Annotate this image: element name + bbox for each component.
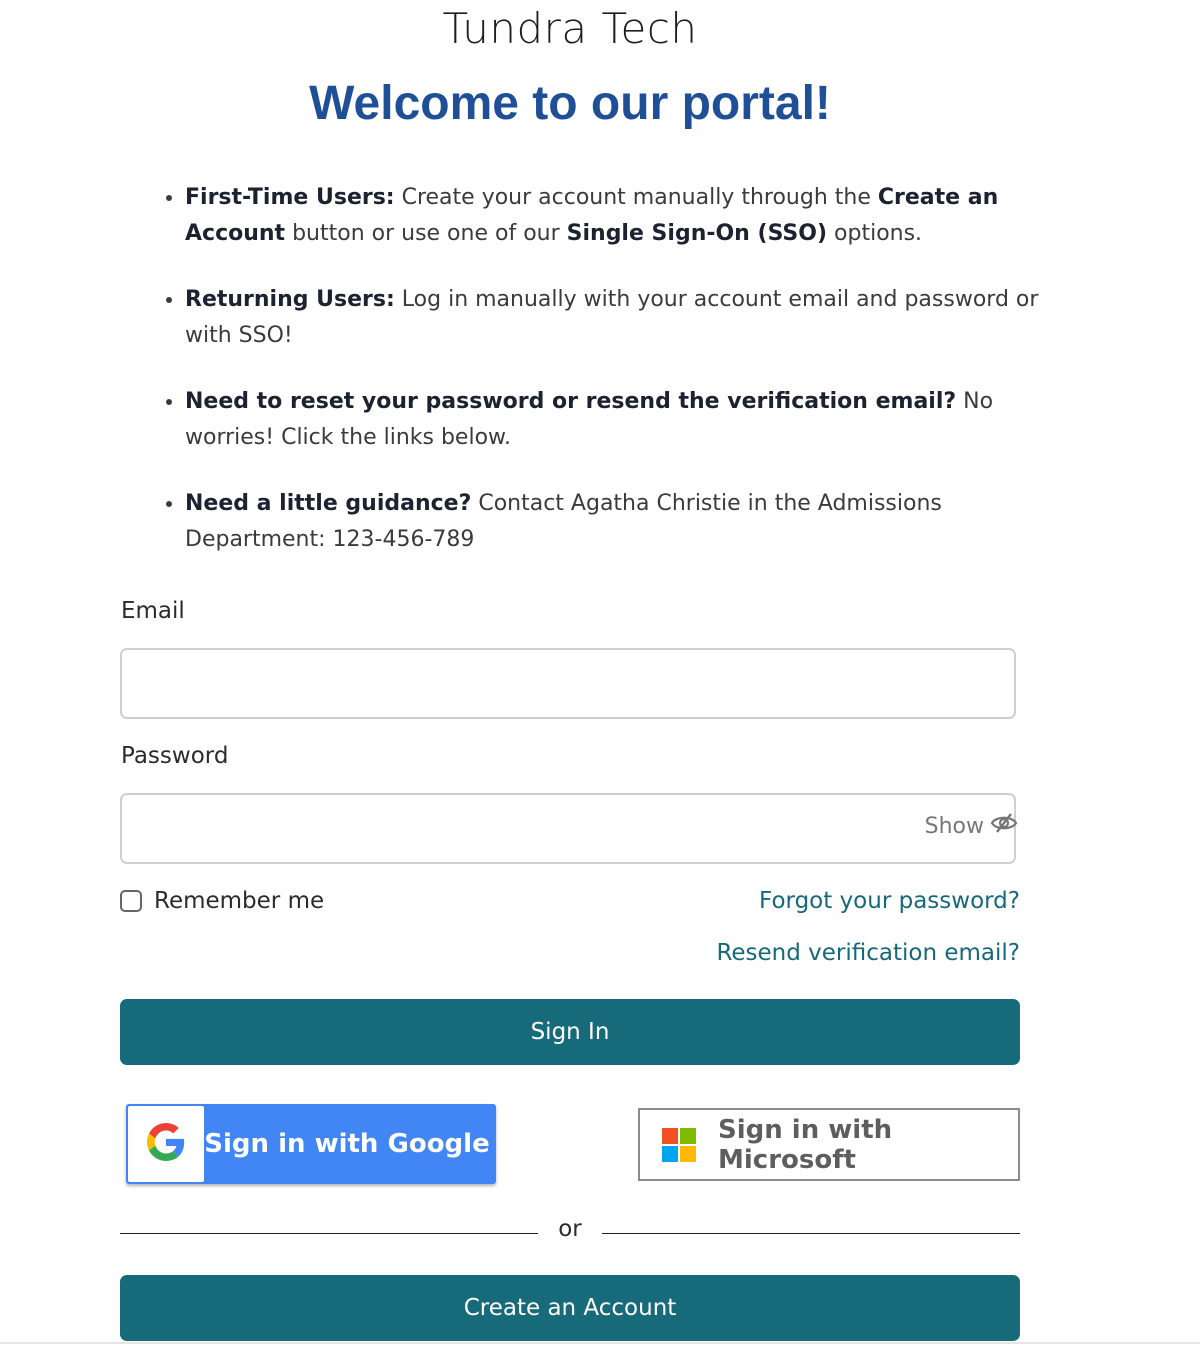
google-logo-container — [128, 1106, 204, 1182]
remember-me[interactable]: Remember me — [120, 888, 324, 914]
list-item: First-Time Users: Create your account ma… — [185, 180, 1065, 252]
info-bold: Need a little guidance? — [185, 491, 472, 516]
list-item: Need a little guidance? Contact Agatha C… — [185, 486, 1065, 558]
info-bold: Single Sign-On (SSO) — [566, 221, 828, 246]
divider-line-right — [602, 1233, 1020, 1234]
resend-verification-link[interactable]: Resend verification email? — [716, 940, 1020, 966]
remember-checkbox[interactable] — [120, 890, 142, 912]
info-text: button or use one of our — [285, 221, 567, 246]
page-title: Welcome to our portal! — [309, 77, 831, 130]
info-text: Create your account manually through the — [394, 185, 878, 210]
google-sign-in-label: Sign in with Google — [204, 1129, 490, 1159]
eye-slash-icon — [990, 812, 1018, 840]
divider-text: or — [558, 1216, 582, 1242]
create-account-button[interactable]: Create an Account — [120, 1275, 1020, 1341]
info-bold: Need to reset your password or resend th… — [185, 389, 957, 414]
google-sign-in-button[interactable]: Sign in with Google — [126, 1104, 496, 1184]
remember-label: Remember me — [154, 888, 325, 914]
info-bold: First-Time Users: — [185, 185, 395, 210]
info-bold: Returning Users: — [185, 287, 395, 312]
forgot-password-link[interactable]: Forgot your password? — [759, 888, 1020, 914]
list-item: Need to reset your password or resend th… — [185, 384, 1065, 456]
info-list: First-Time Users: Create your account ma… — [143, 180, 1065, 588]
password-field[interactable] — [120, 793, 1016, 864]
microsoft-logo-icon — [662, 1127, 696, 1162]
page-bottom-rule — [0, 1342, 1200, 1344]
microsoft-sign-in-button[interactable]: Sign in with Microsoft — [638, 1108, 1020, 1181]
sign-in-button[interactable]: Sign In — [120, 999, 1020, 1065]
info-text: options. — [827, 221, 923, 246]
show-password-toggle[interactable]: Show — [925, 812, 1018, 840]
email-label: Email — [121, 598, 185, 624]
divider-line-left — [120, 1233, 538, 1234]
org-name: Tundra Tech — [442, 4, 698, 53]
show-label: Show — [924, 813, 984, 839]
google-logo-icon — [147, 1122, 185, 1166]
list-item: Returning Users: Log in manually with yo… — [185, 282, 1065, 354]
email-field[interactable] — [120, 648, 1016, 719]
password-label: Password — [121, 743, 229, 769]
microsoft-sign-in-label: Sign in with Microsoft — [718, 1114, 893, 1175]
